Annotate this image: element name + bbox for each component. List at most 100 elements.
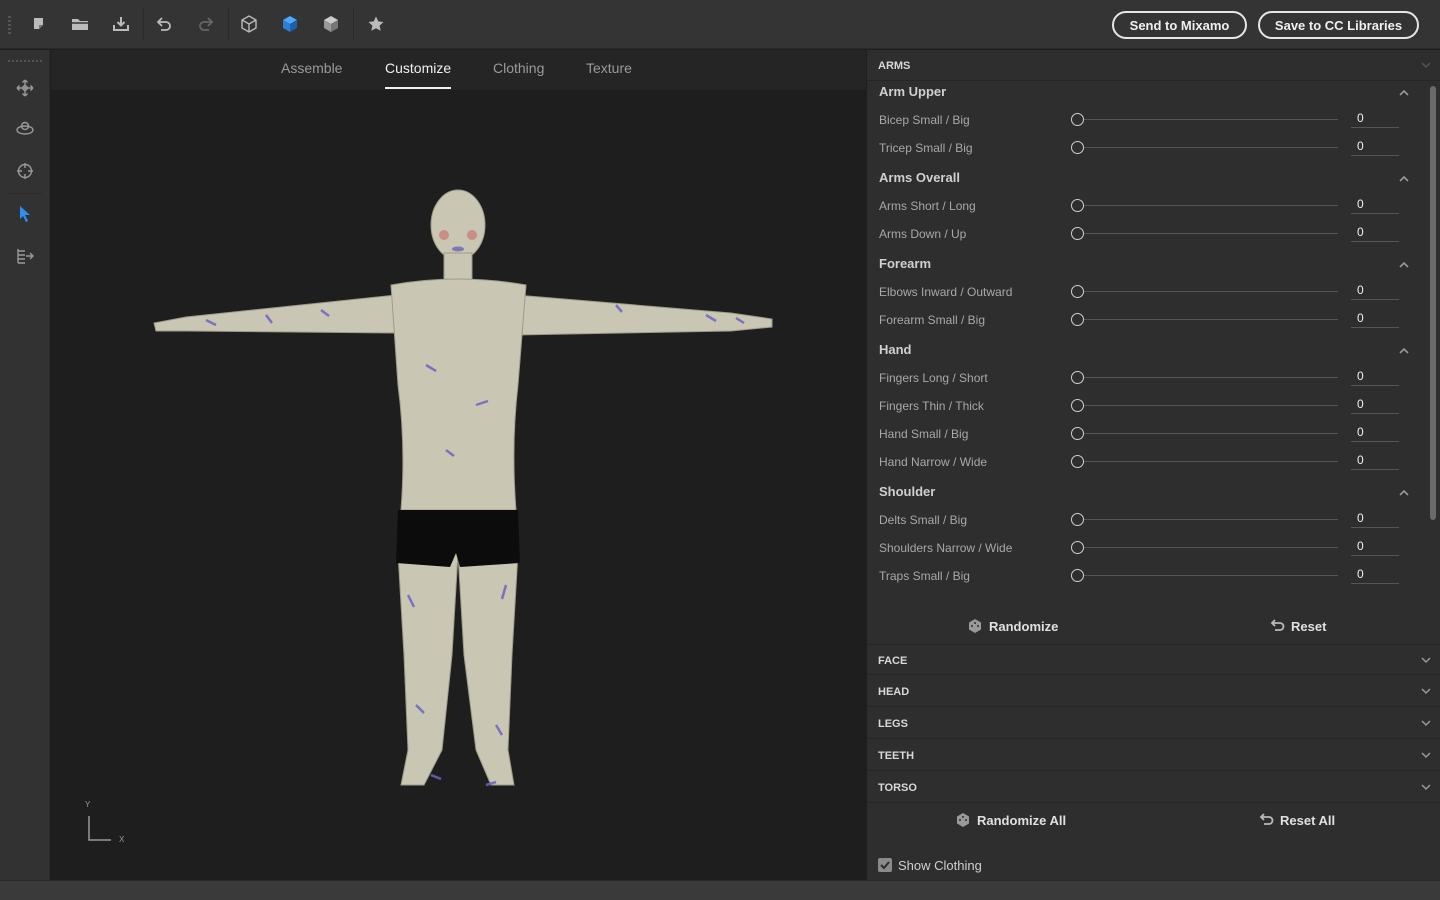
slider-row: Hand Small / Big 0 (867, 420, 1427, 448)
tab-assemble[interactable]: Assemble (281, 60, 342, 89)
export-icon[interactable] (13, 244, 37, 268)
slider-value-field[interactable]: 0 (1351, 506, 1399, 528)
reset-icon (1259, 813, 1274, 825)
tab-customize[interactable]: Customize (385, 60, 452, 89)
group-title[interactable]: Hand (879, 342, 912, 357)
slider-value-field[interactable]: 0 (1351, 392, 1399, 414)
slider-value-field[interactable]: 0 (1351, 134, 1399, 156)
slider-handle[interactable] (1071, 141, 1084, 154)
section-torso-header[interactable]: TORSO (867, 772, 1440, 803)
slider-track[interactable] (1072, 575, 1338, 576)
slider-track[interactable] (1072, 205, 1338, 206)
undo-icon[interactable] (152, 12, 176, 36)
dice-icon (957, 813, 969, 827)
section-face-header[interactable]: FACE (867, 644, 1440, 675)
slider-handle[interactable] (1071, 513, 1084, 526)
slider-track[interactable] (1072, 291, 1338, 292)
slider-handle[interactable] (1071, 455, 1084, 468)
toolbar-grip[interactable] (8, 16, 11, 34)
slider-value-field[interactable]: 0 (1351, 306, 1399, 328)
left-toolbar (0, 50, 50, 880)
slider-row: Fingers Long / Short 0 (867, 364, 1427, 392)
cube-blue-icon[interactable] (278, 12, 302, 36)
slider-track[interactable] (1072, 147, 1338, 148)
section-teeth-title: TEETH (878, 750, 915, 762)
reset-button[interactable]: Reset (1269, 618, 1326, 634)
slider-track[interactable] (1072, 119, 1338, 120)
group-title[interactable]: Arms Overall (879, 170, 960, 185)
slider-handle[interactable] (1071, 427, 1084, 440)
chevron-up-icon[interactable] (1397, 344, 1411, 358)
group-title[interactable]: Shoulder (879, 484, 935, 499)
chevron-up-icon[interactable] (1397, 86, 1411, 100)
slider-track[interactable] (1072, 377, 1338, 378)
slider-handle[interactable] (1071, 199, 1084, 212)
slider-label: Fingers Long / Short (879, 371, 988, 385)
section-teeth-header[interactable]: TEETH (867, 740, 1440, 771)
slider-track[interactable] (1072, 461, 1338, 462)
section-legs-title: LEGS (878, 718, 908, 730)
slider-value-field[interactable]: 0 (1351, 562, 1399, 584)
randomize-button[interactable]: Randomize (967, 618, 1058, 634)
slider-track[interactable] (1072, 433, 1338, 434)
slider-value-field[interactable]: 0 (1351, 364, 1399, 386)
slider-value-field[interactable]: 0 (1351, 192, 1399, 214)
slider-row: Elbows Inward / Outward 0 (867, 278, 1427, 306)
save-to-cc-libraries-button[interactable]: Save to CC Libraries (1258, 11, 1419, 39)
character-model[interactable] (146, 185, 786, 795)
show-clothing-checkbox[interactable] (878, 858, 892, 872)
slider-handle[interactable] (1071, 371, 1084, 384)
group-title[interactable]: Forearm (879, 256, 931, 271)
slider-handle[interactable] (1071, 227, 1084, 240)
slider-value-field[interactable]: 0 (1351, 220, 1399, 242)
slider-track[interactable] (1072, 233, 1338, 234)
download-icon[interactable] (109, 12, 133, 36)
group-title[interactable]: Arm Upper (879, 84, 946, 99)
tab-texture[interactable]: Texture (586, 60, 632, 89)
panel-scrollbar[interactable] (1430, 86, 1436, 520)
section-arms-header[interactable]: ARMS (867, 50, 1440, 81)
chevron-down-icon (1421, 688, 1431, 695)
slider-row: Forearm Small / Big 0 (867, 306, 1427, 334)
slider-handle[interactable] (1071, 113, 1084, 126)
slider-value-field[interactable]: 0 (1351, 420, 1399, 442)
slider-handle[interactable] (1071, 285, 1084, 298)
chevron-up-icon[interactable] (1397, 172, 1411, 186)
section-legs-header[interactable]: LEGS (867, 708, 1440, 739)
slider-value-field[interactable]: 0 (1351, 448, 1399, 470)
slider-track[interactable] (1072, 519, 1338, 520)
new-file-icon[interactable] (27, 12, 51, 36)
reset-all-button[interactable]: Reset All (1258, 812, 1335, 828)
chevron-up-icon[interactable] (1397, 486, 1411, 500)
section-head-title: HEAD (878, 686, 910, 698)
chevron-down-icon (1421, 720, 1431, 727)
3d-viewport[interactable]: Assemble Customize Clothing Texture Y X (51, 50, 866, 880)
section-head-header[interactable]: HEAD (867, 676, 1440, 707)
slider-track[interactable] (1072, 547, 1338, 548)
redo-icon[interactable] (194, 12, 218, 36)
axis-indicator: Y X (81, 800, 141, 850)
slider-value-field[interactable]: 0 (1351, 106, 1399, 128)
slider-handle[interactable] (1071, 569, 1084, 582)
chevron-up-icon[interactable] (1397, 258, 1411, 272)
slider-track[interactable] (1072, 405, 1338, 406)
move-icon[interactable] (13, 76, 37, 100)
slider-value-field[interactable]: 0 (1351, 278, 1399, 300)
send-to-mixamo-button[interactable]: Send to Mixamo (1112, 11, 1247, 39)
target-icon[interactable] (13, 159, 37, 183)
randomize-all-button[interactable]: Randomize All (955, 812, 1066, 828)
pointer-icon[interactable] (13, 202, 37, 226)
slider-value-field[interactable]: 0 (1351, 534, 1399, 556)
star-icon[interactable] (364, 12, 388, 36)
axis-x-label: X (119, 835, 125, 844)
slider-handle[interactable] (1071, 399, 1084, 412)
slider-row: Delts Small / Big 0 (867, 506, 1427, 534)
cube-outline-icon[interactable] (237, 12, 261, 36)
slider-handle[interactable] (1071, 313, 1084, 326)
tab-clothing[interactable]: Clothing (493, 60, 544, 89)
cube-solid-icon[interactable] (319, 12, 343, 36)
orbit-icon[interactable] (13, 117, 37, 141)
slider-track[interactable] (1072, 319, 1338, 320)
slider-handle[interactable] (1071, 541, 1084, 554)
open-folder-icon[interactable] (68, 12, 92, 36)
